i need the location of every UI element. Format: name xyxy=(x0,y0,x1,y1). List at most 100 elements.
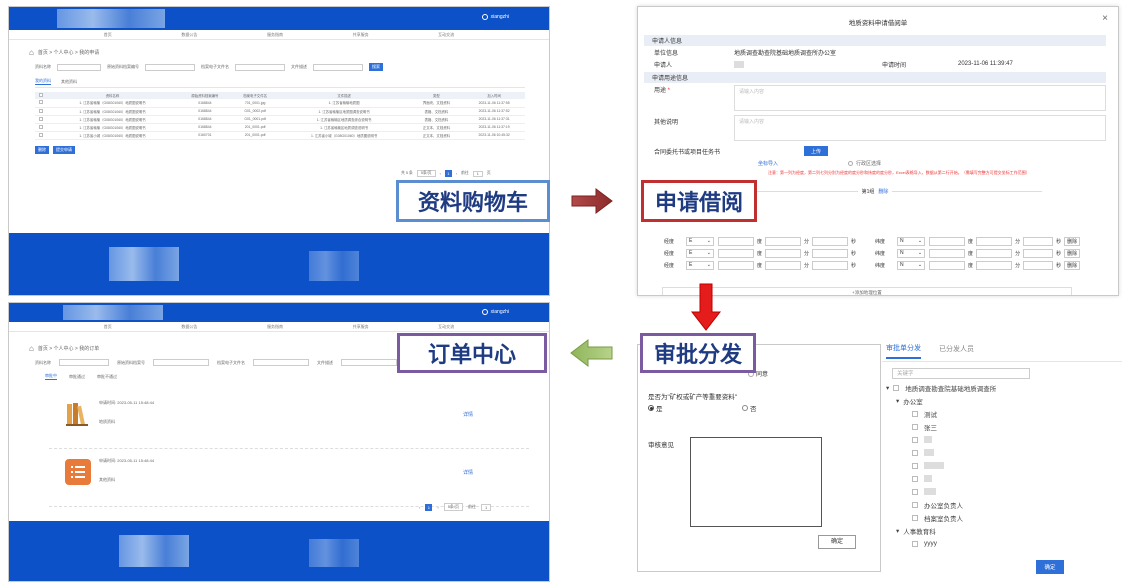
expand-icon[interactable]: ▾ xyxy=(896,527,899,535)
next-page-icon[interactable]: › xyxy=(456,172,457,176)
select-all-checkbox[interactable] xyxy=(39,93,43,97)
expand-icon[interactable]: ▾ xyxy=(886,384,889,392)
nav-item[interactable]: 互动交流 xyxy=(438,32,454,38)
prev-page-icon[interactable]: ‹ xyxy=(440,172,441,176)
add-location-button[interactable]: +添加地理位置 xyxy=(662,287,1072,295)
row-checkbox[interactable] xyxy=(39,108,43,113)
nav-item[interactable]: 数据公告 xyxy=(181,32,197,38)
next-page-icon[interactable]: › xyxy=(437,505,438,510)
filter-input[interactable] xyxy=(341,359,397,366)
tree-checkbox[interactable] xyxy=(912,501,918,508)
tree-checkbox[interactable] xyxy=(912,488,918,495)
nav-item[interactable]: 首页 xyxy=(104,324,112,330)
home-icon[interactable]: ⌂ xyxy=(29,48,34,57)
goto-input[interactable]: 1 xyxy=(472,170,483,177)
latitude-direction-select[interactable]: N ⌄ xyxy=(897,260,926,270)
table-row[interactable]: 1. 江苏省赣榆（G08G01060）地质图说明书 0168844 701_00… xyxy=(35,99,525,108)
row-checkbox[interactable] xyxy=(39,132,43,137)
home-icon[interactable]: ⌂ xyxy=(29,344,34,353)
second-input[interactable] xyxy=(1023,236,1054,246)
tab-my-data[interactable]: 我的资料 xyxy=(35,78,51,85)
degree-input[interactable] xyxy=(929,236,966,246)
user-name[interactable]: xiangzhi xyxy=(491,309,509,315)
tab-approved[interactable]: 审批通过 xyxy=(69,374,85,380)
tree-checkbox[interactable] xyxy=(912,449,918,456)
nav-item[interactable]: 服务指南 xyxy=(267,324,283,330)
coordinate-import-link[interactable]: 坐标导入 xyxy=(758,160,778,167)
delete-row-button[interactable]: 删除 xyxy=(1064,248,1081,258)
list-item[interactable]: 申请时间: 2023-05-11 15:48:44 地质资料 详情 xyxy=(49,397,529,449)
tree-checkbox[interactable] xyxy=(912,410,918,417)
row-checkbox[interactable] xyxy=(39,124,43,129)
delete-row-button[interactable]: 删除 xyxy=(1064,260,1081,270)
tree-checkbox[interactable] xyxy=(912,540,918,547)
expand-icon[interactable]: ▾ xyxy=(896,397,899,405)
order-detail-link[interactable]: 详情 xyxy=(463,411,473,418)
tree-confirm-button[interactable]: 确定 xyxy=(1036,560,1064,574)
filter-input[interactable] xyxy=(59,359,109,366)
table-row[interactable]: 1. 江苏省赣榆（G08G01060）地质图说明书 0168844 G01_00… xyxy=(35,115,525,124)
submit-application-button[interactable]: 提交申请 xyxy=(53,145,75,154)
page-size-select[interactable]: 5条/页 xyxy=(416,170,436,177)
tree-search-input[interactable]: 关键字 xyxy=(892,368,1030,379)
longitude-direction-select[interactable]: E ⌄ xyxy=(686,260,714,270)
yes-radio[interactable] xyxy=(648,405,654,411)
tab-rejected[interactable]: 审批不通过 xyxy=(97,374,117,380)
tree-checkbox[interactable] xyxy=(912,462,918,469)
filter-input[interactable] xyxy=(57,63,101,71)
search-button[interactable]: 搜索 xyxy=(369,63,383,71)
page-number[interactable]: 1 xyxy=(444,170,452,177)
no-radio[interactable] xyxy=(742,405,748,411)
tab-other-data[interactable]: 其他资料 xyxy=(61,79,77,85)
purpose-textarea[interactable]: 请输入内容 xyxy=(734,85,1106,111)
minute-input[interactable] xyxy=(765,236,802,246)
filter-input[interactable] xyxy=(253,359,309,366)
close-icon[interactable]: × xyxy=(1102,13,1108,24)
upload-button[interactable]: 上传 xyxy=(804,146,828,156)
user-avatar-icon[interactable] xyxy=(481,309,488,315)
user-name[interactable]: xiangzhi xyxy=(491,14,509,20)
minute-input[interactable] xyxy=(976,236,1013,246)
tree-checkbox[interactable] xyxy=(912,475,918,482)
degree-input[interactable] xyxy=(929,260,966,270)
second-input[interactable] xyxy=(812,260,849,270)
degree-input[interactable] xyxy=(929,248,966,258)
delete-button[interactable]: 删除 xyxy=(35,145,49,154)
longitude-direction-select[interactable]: E ⌄ xyxy=(686,248,714,258)
goto-input[interactable]: 1 xyxy=(481,503,492,511)
nav-item[interactable]: 首页 xyxy=(104,32,112,38)
table-row[interactable]: 1. 江苏省小城（G08G01060）地质图说明书 0160701 201_00… xyxy=(35,131,525,140)
latitude-direction-select[interactable]: N ⌄ xyxy=(897,236,926,246)
tab-distribute[interactable]: 审批单分发 xyxy=(886,343,921,359)
opinion-textarea[interactable] xyxy=(690,437,822,527)
minute-input[interactable] xyxy=(765,248,802,258)
nav-item[interactable]: 互动交流 xyxy=(438,324,454,330)
order-detail-link[interactable]: 详情 xyxy=(463,469,473,476)
user-avatar-icon[interactable] xyxy=(481,14,488,20)
tree-checkbox[interactable] xyxy=(912,436,918,443)
tab-pending[interactable]: 审批中 xyxy=(45,373,57,380)
delete-group-link[interactable]: 删除 xyxy=(878,188,888,195)
list-item[interactable]: 申请时间: 2023-05-11 15:48:44 其他资料 详情 xyxy=(49,455,529,507)
table-row[interactable]: 1. 江苏省赣榆（G08G01060）地质图说明书 0168844 G01_00… xyxy=(35,107,525,116)
filter-input[interactable] xyxy=(235,63,285,71)
second-input[interactable] xyxy=(812,248,849,258)
filter-input[interactable] xyxy=(313,63,363,71)
other-textarea[interactable]: 请输入内容 xyxy=(734,115,1106,141)
row-checkbox[interactable] xyxy=(39,100,43,105)
filter-input[interactable] xyxy=(153,359,209,366)
tab-distributed[interactable]: 已分发人员 xyxy=(939,344,974,358)
table-row[interactable]: 1. 江苏省赣榆（G08G01060）地质图说明书 0168844 201_00… xyxy=(35,123,525,132)
page-size-select[interactable]: 5条/页 xyxy=(443,503,464,511)
minute-input[interactable] xyxy=(976,248,1013,258)
latitude-direction-select[interactable]: N ⌄ xyxy=(897,248,926,258)
second-input[interactable] xyxy=(812,236,849,246)
prev-page-icon[interactable]: ‹ xyxy=(419,505,420,510)
degree-input[interactable] xyxy=(718,248,754,258)
nav-item[interactable]: 服务指南 xyxy=(267,32,283,38)
tree-checkbox[interactable] xyxy=(912,423,918,430)
row-checkbox[interactable] xyxy=(39,116,43,121)
nav-item[interactable]: 共享服务 xyxy=(353,32,369,38)
nav-item[interactable]: 共享服务 xyxy=(353,324,369,330)
filter-input[interactable] xyxy=(145,63,195,71)
